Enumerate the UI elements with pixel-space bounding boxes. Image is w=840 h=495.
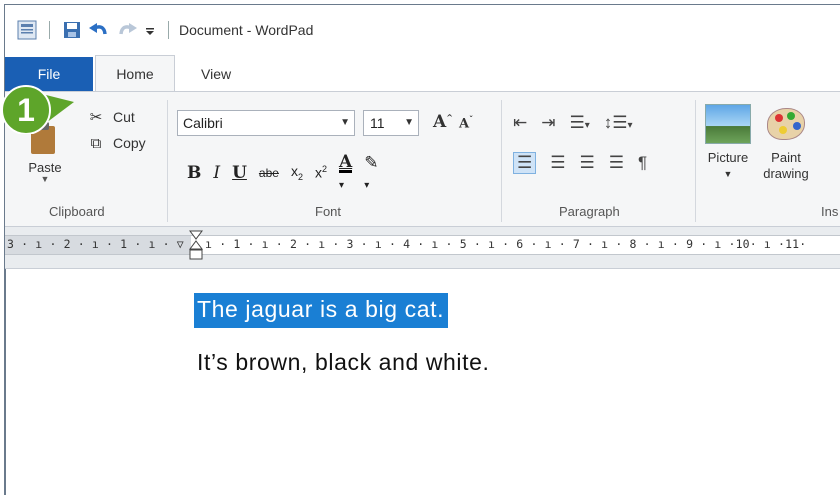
justify-icon[interactable]: ☰ [609, 153, 624, 173]
italic-icon[interactable]: I [213, 163, 220, 183]
align-left-icon[interactable]: ☰ [513, 152, 537, 174]
shrink-font-icon[interactable]: Aˇ [459, 114, 473, 131]
document-border [5, 269, 6, 495]
grow-font-icon[interactable]: A^ [433, 112, 453, 132]
copy-button[interactable]: ⧉ Copy [85, 130, 146, 156]
paragraph-row-2: ☰ ☰ ☰ ☰ ¶ [513, 150, 647, 176]
toolbar-divider [168, 21, 169, 39]
paint-label-line1: Paint [771, 150, 801, 165]
decrease-indent-icon[interactable]: ⇤ [513, 113, 527, 133]
underline-icon[interactable]: U [232, 163, 247, 183]
toolbar-divider [49, 21, 50, 39]
picture-label: Picture [707, 150, 749, 165]
wordpad-window: Document - WordPad File Home View Paste … [4, 4, 840, 495]
insert-group-label: Ins [821, 204, 839, 219]
ribbon: Paste ▼ ✂ Cut ⧉ Copy Clipboard Calibri ▼… [5, 91, 840, 227]
palette-icon [763, 104, 809, 144]
font-family-select[interactable]: Calibri ▼ [177, 110, 355, 136]
superscript-icon[interactable]: x2 [315, 164, 327, 181]
paragraph-group: ⇤ ⇥ ☰▾ ↕☰▾ ☰ ☰ ☰ ☰ ¶ [513, 110, 647, 176]
line-spacing-icon[interactable]: ↕☰▾ [604, 113, 633, 133]
picture-icon [705, 104, 751, 144]
chevron-down-icon: ▼ [340, 117, 350, 128]
step-number: 1 [17, 92, 35, 128]
bullet-list-icon[interactable]: ☰▾ [570, 113, 590, 133]
highlight-icon[interactable]: ✎ ▾ [364, 153, 378, 193]
paragraph-group-label: Paragraph [559, 204, 620, 219]
title-bar: Document - WordPad [5, 5, 840, 55]
cut-button[interactable]: ✂ Cut [85, 104, 146, 130]
paste-label: Paste [28, 160, 62, 175]
undo-icon[interactable] [88, 20, 110, 40]
group-divider [695, 100, 696, 222]
font-group-label: Font [315, 204, 342, 219]
step-callout-icon: 1 [1, 85, 74, 134]
document-area[interactable]: The jaguar is a big cat. It’s brown, bla… [5, 269, 840, 495]
redo-icon[interactable] [116, 20, 138, 40]
paragraph-settings-icon[interactable]: ¶ [638, 153, 647, 173]
copy-label: Copy [113, 135, 146, 151]
chevron-down-icon: ▼ [40, 174, 50, 184]
ribbon-tabs: File Home View [5, 55, 840, 91]
chevron-down-icon: ▼ [723, 169, 733, 179]
picture-button[interactable]: Picture ▼ [705, 104, 751, 182]
font-size-select[interactable]: 11 ▼ [363, 110, 419, 136]
quick-access-toolbar [17, 20, 175, 40]
scissors-icon: ✂ [89, 109, 103, 126]
ruler-marks: 3 · ı · 2 · ı · 1 · ı · ▽ · ı · 1 · ı · … [7, 237, 807, 251]
font-family-value: Calibri [183, 115, 223, 131]
app-icon[interactable] [17, 20, 37, 40]
chevron-down-icon: ▼ [404, 117, 414, 128]
copy-icon: ⧉ [90, 134, 102, 152]
group-divider [501, 100, 502, 222]
group-divider [167, 100, 168, 222]
text-line[interactable]: It’s brown, black and white. [197, 349, 490, 376]
font-size-value: 11 [370, 115, 385, 131]
cut-copy-group: ✂ Cut ⧉ Copy [85, 104, 146, 156]
paragraph-row-1: ⇤ ⇥ ☰▾ ↕☰▾ [513, 110, 647, 136]
bold-icon[interactable]: B [187, 163, 201, 183]
tab-home[interactable]: Home [95, 55, 175, 91]
align-center-icon[interactable]: ☰ [550, 153, 565, 173]
text-color-icon[interactable]: A ▾ [338, 152, 353, 193]
subscript-icon[interactable]: x2 [291, 163, 303, 182]
strikethrough-icon[interactable]: abe [259, 166, 279, 180]
tab-view[interactable]: View [201, 57, 231, 91]
insert-group: Picture ▼ Paint drawing [705, 104, 809, 182]
window-title: Document - WordPad [179, 22, 314, 38]
customize-toolbar-icon[interactable] [144, 20, 156, 40]
paint-drawing-button[interactable]: Paint drawing [763, 104, 809, 182]
font-format-row: B I U abe x2 x2 A ▾ ✎ ▾ [187, 152, 378, 193]
increase-indent-icon[interactable]: ⇥ [541, 113, 555, 133]
cut-label: Cut [113, 109, 135, 125]
clipboard-group-label: Clipboard [49, 204, 105, 219]
indent-marker-icon[interactable] [189, 229, 203, 263]
selected-text-line[interactable]: The jaguar is a big cat. [194, 293, 449, 328]
save-icon[interactable] [62, 20, 82, 40]
ruler[interactable]: 3 · ı · 2 · ı · 1 · ı · ▽ · ı · 1 · ı · … [5, 227, 840, 269]
paint-label-line2: drawing [763, 166, 809, 181]
ruler-strip: 3 · ı · 2 · ı · 1 · ı · ▽ · ı · 1 · ı · … [5, 235, 840, 255]
align-right-icon[interactable]: ☰ [580, 153, 595, 173]
